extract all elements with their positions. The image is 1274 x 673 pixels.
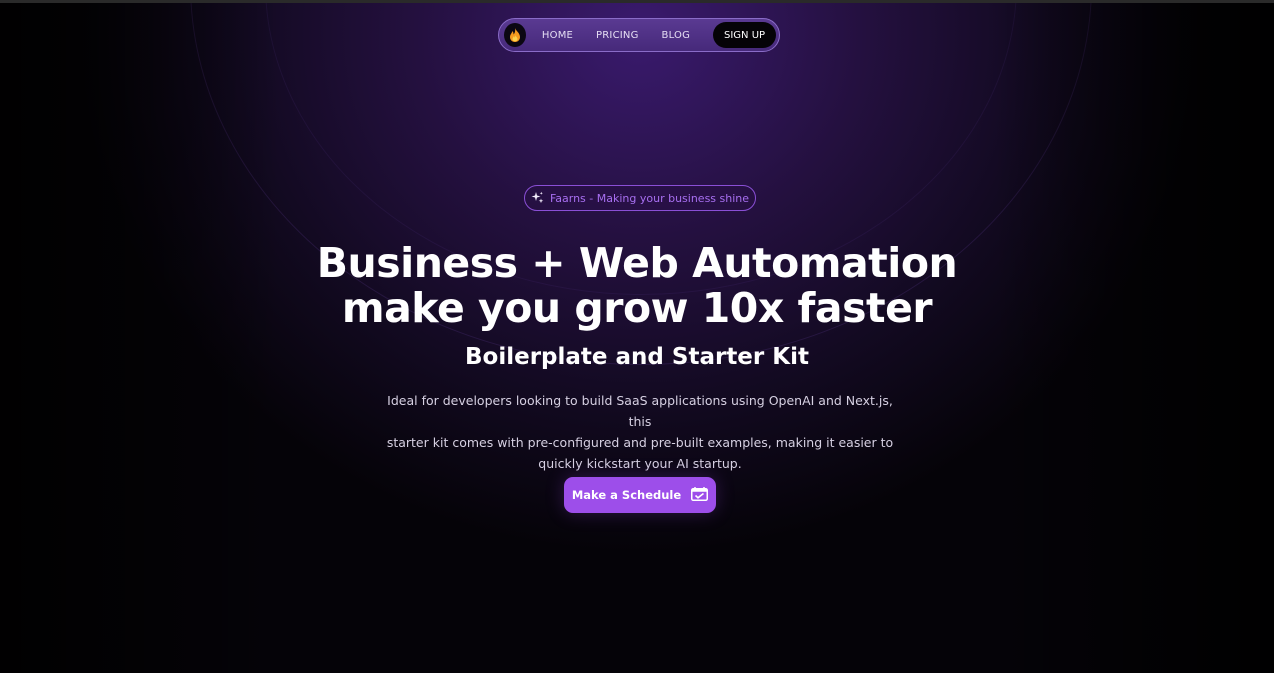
hero-description-line: starter kit comes with pre-configured an… [386, 435, 894, 450]
hero-subtitle: Boilerplate and Starter Kit [465, 344, 809, 370]
landing-page: HOME PRICING BLOG SIGN UP Faarns - Makin… [0, 0, 1274, 673]
top-navigation: HOME PRICING BLOG SIGN UP [498, 18, 780, 52]
nav-link-pricing[interactable]: PRICING [596, 30, 639, 41]
badge-text: Faarns - Making your business shine [549, 191, 750, 205]
make-a-schedule-button[interactable]: Make a Schedule [564, 477, 716, 513]
background-vignette [0, 3, 1274, 673]
hero-title-line1: Business + Web Automation [316, 239, 958, 287]
nav-link-home[interactable]: HOME [542, 30, 573, 41]
hero-description-line: quickly kickstart your AI startup. [538, 456, 742, 471]
hero-title-line2: make you grow 10x faster [341, 284, 933, 332]
nav-link-blog[interactable]: BLOG [662, 30, 691, 41]
hero-description: Ideal for developers looking to build Sa… [380, 390, 900, 474]
cta-label: Make a Schedule [571, 488, 682, 502]
announcement-badge: Faarns - Making your business shine [524, 185, 756, 211]
hero-description-line: Ideal for developers looking to build Sa… [387, 393, 893, 429]
flame-icon[interactable] [504, 23, 526, 47]
sign-up-button[interactable]: SIGN UP [713, 22, 776, 48]
sparkles-icon [531, 189, 544, 208]
calendar-check-icon [691, 486, 709, 505]
